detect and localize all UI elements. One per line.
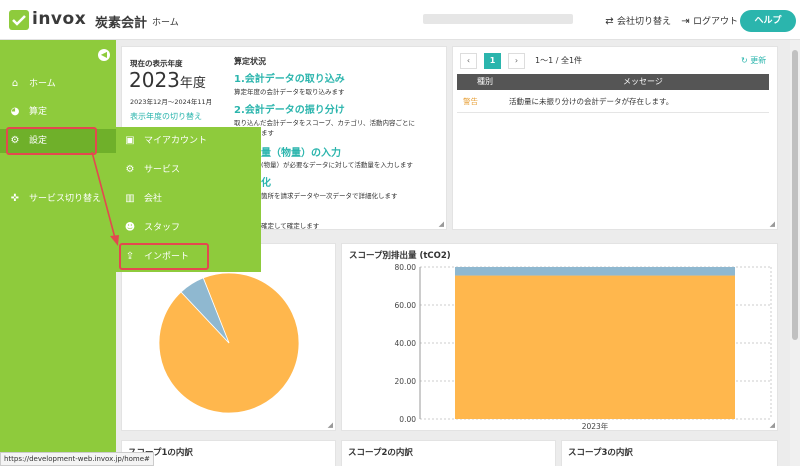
cogs-icon: ⚙ (125, 164, 135, 175)
help-button[interactable]: ヘルプ (740, 10, 796, 32)
refresh-icon: ↻ (741, 56, 748, 65)
sidebar-item-label: ホーム (29, 79, 56, 89)
calc-status-title: 算定状況 (234, 57, 266, 66)
messages-table-header: 種別 メッセージ (457, 74, 769, 90)
logout-label: ログアウト (693, 17, 739, 27)
step2-desc-cont: ます (261, 129, 274, 137)
col-type-header: 種別 (477, 77, 493, 86)
pagination-info: 1〜1 / 全1件 (535, 56, 583, 65)
row-message: 活動量に未振り分けの会計データが存在します。 (509, 97, 674, 106)
bar-segment (455, 267, 735, 276)
prev-page-button[interactable]: ‹ (460, 53, 477, 69)
switch-company-label: 会社切り替え (617, 17, 672, 27)
logo-subtitle: 炭素会計 (95, 16, 148, 31)
submenu-item-label: サービス (144, 165, 181, 175)
refresh-button[interactable]: ↻ 更新 (741, 55, 766, 66)
sidebar-item-label: 算定 (29, 107, 48, 117)
next-page-button[interactable]: › (508, 53, 525, 69)
pie-chart-icon: ◕ (10, 106, 20, 117)
y-tick-label: 0.00 (399, 415, 416, 424)
collapse-sidebar-icon[interactable]: ◀ (98, 49, 110, 61)
logo-text: invox (32, 9, 87, 29)
switch-company-button[interactable]: ⇄ 会社切り替え (604, 14, 671, 27)
y-tick-label: 60.00 (395, 301, 417, 310)
invox-logo-icon (9, 10, 29, 30)
step1-desc: 算定年度の会計データを取り込みます (234, 88, 345, 96)
step5-desc: 確定して確定します (261, 222, 320, 230)
refresh-label: 更新 (750, 56, 767, 65)
bar-segment (455, 275, 735, 419)
year-number: 2023 (129, 68, 180, 92)
step1-heading[interactable]: 1.会計データの取り込み (234, 70, 345, 85)
home-icon: ⌂ (11, 78, 19, 89)
display-year-value: 2023年度 (129, 68, 206, 92)
submenu-item-my-account[interactable]: ▣ マイアカウント (116, 129, 261, 153)
browser-status-url: https://development-web.invox.jp/home# (0, 452, 154, 466)
logout-icon: ⇥ (681, 16, 690, 27)
submenu-item-label: 会社 (144, 194, 163, 204)
resize-corner-icon: ◢ (438, 220, 444, 228)
building-icon: ▥ (125, 193, 135, 204)
step2-heading[interactable]: 2.会計データの振り分け (234, 101, 345, 116)
y-tick-label: 40.00 (395, 339, 417, 348)
step2-desc: 取り込んだ会計データをスコープ、カテゴリ、活動内容ごとに (234, 119, 416, 127)
step3-desc: (物量）が必要なデータに対して活動量を入力します (261, 161, 413, 169)
submenu-item-label: マイアカウント (144, 136, 208, 146)
col-message-header: メッセージ (623, 77, 663, 86)
x-category-label: 2023年 (582, 421, 609, 431)
puzzle-icon: ✜ (10, 193, 20, 204)
id-card-icon: ▣ (125, 135, 135, 146)
resize-corner-icon: ◢ (769, 220, 775, 228)
import-highlight-box (119, 243, 209, 270)
display-year-range: 2023年12月〜2024年11月 (130, 98, 213, 106)
page-1-button[interactable]: 1 (484, 53, 501, 69)
switch-arrows-icon: ⇄ (605, 16, 614, 27)
scope-bar-chart: 0.00 20.00 40.00 60.00 80.00 2023年 (395, 263, 772, 431)
scope2-title: スコープ2の内訳 (348, 448, 413, 458)
step3-heading[interactable]: 量（物量）の入力 (261, 144, 341, 159)
header-home-link[interactable]: ホーム (152, 15, 179, 28)
users-icon: ☻ (124, 222, 136, 233)
settings-highlight-box (6, 127, 97, 155)
y-tick-label: 80.00 (395, 263, 417, 272)
submenu-item-company[interactable]: ▥ 会社 (116, 187, 261, 211)
step4-desc: 箇所を請求データや一次データで詳細化します (261, 192, 398, 200)
scope3-title: スコープ3の内訳 (568, 448, 633, 458)
blurred-user-info (423, 14, 573, 24)
table-row[interactable]: 警告 活動量に未振り分けの会計データが存在します。 (457, 91, 769, 113)
sidebar-item-calc[interactable]: ◕ 算定 (0, 100, 116, 124)
submenu-item-label: スタッフ (144, 223, 181, 233)
year-unit: 年度 (179, 76, 206, 91)
switch-year-link[interactable]: 表示年度の切り替え (130, 111, 202, 122)
sidebar-item-home[interactable]: ⌂ ホーム (0, 72, 116, 96)
scrollbar-thumb[interactable] (792, 50, 798, 340)
row-type-warning: 警告 (463, 97, 478, 106)
annotation-arrow-icon (91, 151, 119, 246)
logout-button[interactable]: ⇥ ログアウト (680, 14, 738, 27)
step4-heading[interactable]: 化 (261, 174, 271, 189)
y-tick-label: 20.00 (395, 377, 417, 386)
submenu-item-service[interactable]: ⚙ サービス (116, 158, 261, 182)
top-header: invox 炭素会計 ホーム ⇄ 会社切り替え ⇥ ログアウト ヘルプ (0, 0, 800, 40)
submenu-item-staff[interactable]: ☻ スタッフ (116, 216, 261, 240)
